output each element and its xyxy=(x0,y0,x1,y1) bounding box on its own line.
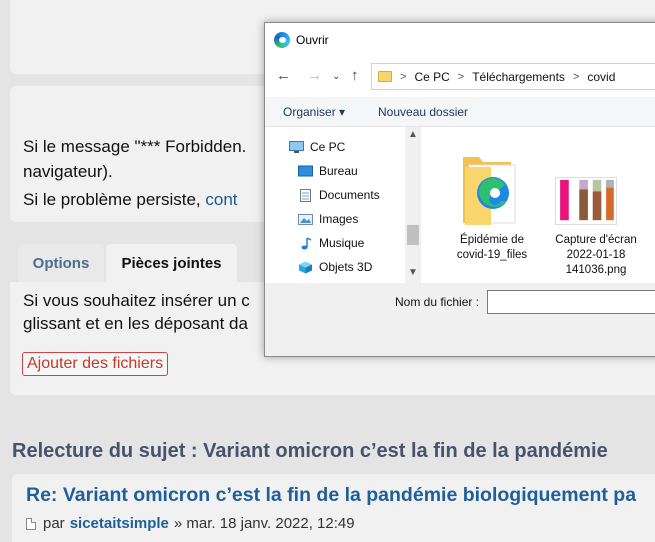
file-name-line: Épidémie de xyxy=(460,234,524,246)
breadcrumb-separator: > xyxy=(572,70,580,83)
filename-label: Nom du fichier : xyxy=(395,295,480,309)
navigation-scrollbar[interactable]: ▲ ▼ xyxy=(405,127,421,283)
recent-locations-chevron-icon[interactable]: ⌄ xyxy=(332,71,340,82)
message-line-3-text: Si le problème persiste, xyxy=(23,190,206,209)
dialog-title: Ouvrir xyxy=(296,33,329,47)
edge-browser-icon xyxy=(274,32,290,48)
breadcrumb-separator: > xyxy=(400,70,407,83)
attachments-help-line-1: Si vous souhaitez insérer un c xyxy=(23,291,250,310)
tab-attachments[interactable]: Pièces jointes xyxy=(106,244,237,282)
message-line-2: navigateur). xyxy=(23,162,113,181)
forward-arrow-icon[interactable]: → xyxy=(307,67,322,84)
command-bar: Organiser ▾ Nouveau dossier xyxy=(265,97,655,127)
sidebar-item-label: Bureau xyxy=(319,164,358,178)
file-name-line: Capture d'écran xyxy=(555,234,637,246)
address-bar[interactable]: > Ce PC > Téléchargements > covid xyxy=(371,63,655,90)
back-arrow-icon[interactable]: ← xyxy=(276,67,291,84)
computer-icon xyxy=(289,140,304,153)
sidebar-item-images[interactable]: Images xyxy=(298,208,358,230)
tab-options[interactable]: Options xyxy=(18,244,104,282)
file-name-line: 141036.png xyxy=(565,264,627,276)
sidebar-item-label: Documents xyxy=(319,188,380,202)
organize-button[interactable]: Organiser ▾ xyxy=(283,105,345,119)
sidebar-item-label: Images xyxy=(319,212,359,226)
sidebar-item-desktop[interactable]: Bureau xyxy=(298,160,358,182)
new-folder-button[interactable]: Nouveau dossier xyxy=(378,105,468,119)
sidebar-item-label: Ce PC xyxy=(310,140,346,154)
post-title[interactable]: Re: Variant omicron c’est la fin de la p… xyxy=(26,484,636,507)
3d-objects-icon xyxy=(299,261,312,273)
desktop-icon xyxy=(298,165,313,176)
scroll-down-icon[interactable]: ▼ xyxy=(408,267,418,278)
navigation-pane: Ce PC Bureau Documents Images Musique Ob… xyxy=(265,127,421,283)
filename-input[interactable] xyxy=(487,290,655,314)
file-list-pane: Épidémie de covid-19_files Capture d'écr… xyxy=(421,127,655,283)
images-icon xyxy=(298,213,313,225)
scrollbar-thumb[interactable] xyxy=(407,225,419,245)
file-item-folder[interactable]: Épidémie de covid-19_files xyxy=(444,233,540,263)
post-author-link[interactable]: sicetaitsimple xyxy=(70,515,169,532)
add-files-button[interactable]: Ajouter des fichiers xyxy=(22,352,169,376)
documents-icon xyxy=(300,188,311,202)
post-by-label: par xyxy=(43,515,65,532)
music-icon xyxy=(301,236,312,249)
breadcrumb-downloads[interactable]: Téléchargements xyxy=(472,70,565,84)
file-item-screenshot[interactable]: Capture d'écran 2022-01-18 141036.png xyxy=(548,233,644,278)
message-line-1: Si le message "*** Forbidden. xyxy=(23,137,247,156)
sidebar-item-this-pc[interactable]: Ce PC xyxy=(289,136,345,158)
sidebar-item-documents[interactable]: Documents xyxy=(298,184,380,206)
sidebar-item-label: Objets 3D xyxy=(319,260,373,274)
topic-review-title: Relecture du sujet : Variant omicron c’e… xyxy=(12,440,608,462)
post-icon xyxy=(26,517,36,530)
up-arrow-icon[interactable]: ↑ xyxy=(351,67,359,84)
attachments-help-line-2: glissant et en les déposant da xyxy=(23,314,248,333)
scroll-up-icon[interactable]: ▲ xyxy=(408,129,418,140)
sidebar-item-3d-objects[interactable]: Objets 3D xyxy=(298,256,372,278)
message-line-3: Si le problème persiste, cont xyxy=(23,190,238,210)
folder-edge-icon[interactable] xyxy=(461,143,519,227)
post-meta: par sicetaitsimple » mar. 18 janv. 2022,… xyxy=(26,515,355,532)
folder-icon xyxy=(378,71,392,82)
sidebar-item-music[interactable]: Musique xyxy=(298,232,364,254)
breadcrumb-covid[interactable]: covid xyxy=(587,70,615,84)
sidebar-item-label: Musique xyxy=(319,236,365,250)
contact-link[interactable]: cont xyxy=(205,190,237,209)
image-thumbnail[interactable] xyxy=(555,177,617,225)
dialog-titlebar[interactable]: Ouvrir xyxy=(265,23,655,57)
breadcrumb-this-pc[interactable]: Ce PC xyxy=(414,70,449,84)
file-name-line: 2022-01-18 xyxy=(566,249,626,261)
file-name-line: covid-19_files xyxy=(456,249,528,261)
post-date: » mar. 18 janv. 2022, 12:49 xyxy=(173,515,355,532)
open-file-dialog: Ouvrir ← → ⌄ ↑ > Ce PC > Téléchargements… xyxy=(264,22,655,357)
breadcrumb-separator: > xyxy=(457,70,465,83)
dialog-navbar: ← → ⌄ ↑ > Ce PC > Téléchargements > covi… xyxy=(265,57,655,97)
